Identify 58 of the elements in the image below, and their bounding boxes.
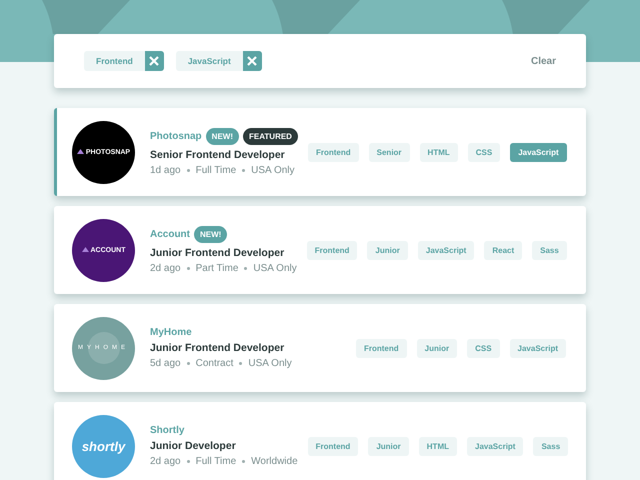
skill-tag[interactable]: Senior <box>368 142 410 162</box>
skill-tag[interactable]: CSS <box>467 338 500 358</box>
skill-tag[interactable]: Frontend <box>308 436 358 456</box>
separator-dot <box>239 362 242 365</box>
job-detail: Worldwide <box>251 456 298 467</box>
separator-dot <box>186 267 190 270</box>
close-icon <box>149 56 160 66</box>
skill-tag[interactable]: Frontend <box>356 338 407 358</box>
job-title[interactable]: Junior Frontend Developer <box>150 342 292 354</box>
job-detail: USA Only <box>253 263 297 274</box>
job-detail: Full Time <box>196 165 236 176</box>
remove-filter-button[interactable] <box>242 51 262 71</box>
separator-dot <box>242 460 246 463</box>
job-detail: USA Only <box>251 165 295 176</box>
clear-button[interactable]: Clear <box>530 56 556 66</box>
company-name: Account <box>150 229 190 240</box>
separator-dot <box>242 169 246 172</box>
filter-tag-label: JavaScript <box>186 55 232 68</box>
job-title[interactable]: Senior Frontend Developer <box>150 149 298 161</box>
separator-dot <box>244 267 248 270</box>
skill-tag[interactable]: JavaScript <box>510 142 567 162</box>
skill-tag[interactable]: Junior <box>416 338 458 358</box>
filter-tag-label: Frontend <box>95 55 134 68</box>
skill-tag[interactable]: Junior <box>368 436 409 456</box>
job-title[interactable]: Junior Frontend Developer <box>150 247 297 259</box>
job-detail: Full Time <box>196 456 236 467</box>
separator-dot <box>186 460 190 463</box>
remove-filter-button[interactable] <box>144 51 164 71</box>
skill-tag[interactable]: Frontend <box>306 240 358 260</box>
job-detail: Contract <box>196 358 234 369</box>
company-name: MyHome <box>150 327 192 338</box>
job-detail: 2d ago <box>150 263 181 274</box>
skill-tag[interactable]: JavaScript <box>467 436 524 456</box>
close-icon <box>247 56 258 66</box>
skill-tag[interactable]: Sass <box>533 436 568 456</box>
job-detail: USA Only <box>248 358 292 369</box>
skill-tag[interactable]: JavaScript <box>418 240 474 260</box>
separator-dot <box>186 362 190 365</box>
skill-tag[interactable]: HTML <box>420 142 458 162</box>
job-detail: 2d ago <box>150 456 181 467</box>
skill-tag[interactable]: CSS <box>468 142 500 162</box>
skill-tag[interactable]: Sass <box>532 240 567 260</box>
featured-badge: FEATURED <box>243 128 298 145</box>
skill-tag[interactable]: HTML <box>418 436 457 456</box>
company-name: Photosnap <box>150 131 202 142</box>
skill-tag[interactable]: Junior <box>367 240 408 260</box>
job-title[interactable]: Junior Developer <box>150 440 298 452</box>
skill-tag[interactable]: JavaScript <box>510 338 566 358</box>
separator-dot <box>186 169 190 172</box>
company-name: Shortly <box>150 425 184 436</box>
skill-tag[interactable]: Frontend <box>308 142 359 162</box>
skill-tag[interactable]: React <box>484 240 522 260</box>
company-logo: shortly <box>72 414 135 478</box>
job-detail: Part Time <box>196 263 238 274</box>
new-badge: NEW! <box>206 128 239 145</box>
new-badge: NEW! <box>194 226 228 243</box>
job-detail: 1d ago <box>150 165 181 176</box>
job-detail: 5d ago <box>150 358 181 369</box>
